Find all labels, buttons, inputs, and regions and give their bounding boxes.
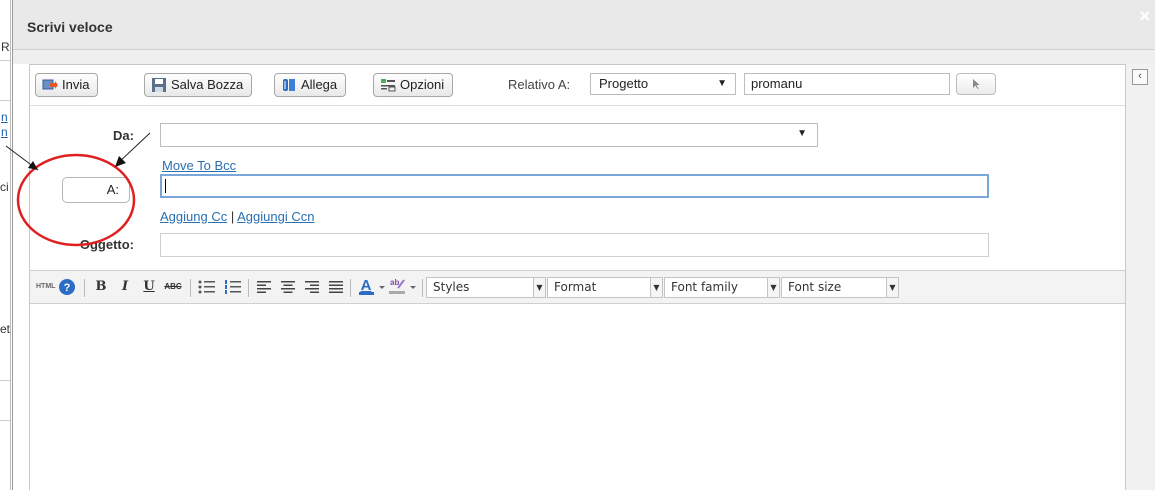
bold-button[interactable]: B (94, 278, 108, 296)
highlight-icon[interactable]: ab (388, 276, 418, 296)
svg-text:?: ? (64, 282, 71, 294)
font-size-dropdown-label: Font size (788, 280, 842, 294)
dialog-titlebar: Scrivi veloce × (13, 0, 1155, 50)
to-recipients-button[interactable]: A: (62, 177, 130, 203)
background-link-fragment: n (1, 110, 8, 124)
compose-panel: Invia Salva Bozza Allega Opzioni Relativ… (29, 64, 1126, 491)
help-icon[interactable]: ? (58, 278, 76, 296)
pointer-icon (973, 79, 980, 89)
svg-text:ab: ab (390, 278, 399, 287)
select-record-button[interactable] (956, 73, 996, 95)
send-icon (42, 79, 58, 90)
styles-dropdown[interactable]: Styles ▼ (426, 277, 546, 298)
background-divider (0, 420, 10, 421)
justify-icon[interactable] (328, 279, 344, 295)
background-text-fragment: ci (0, 180, 9, 194)
styles-dropdown-label: Styles (433, 280, 470, 294)
align-left-icon[interactable] (256, 279, 272, 295)
save-draft-button[interactable]: Salva Bozza (144, 73, 253, 97)
side-panel: ‹ (1125, 64, 1155, 490)
move-to-bcc-link[interactable]: Move To Bcc (162, 158, 236, 173)
chevron-down-icon: ▼ (717, 78, 727, 89)
dialog-spacer (13, 50, 1155, 64)
collapse-icon[interactable]: ‹ (1132, 69, 1148, 85)
cc-links: Aggiung Cc | Aggiungi Ccn (160, 209, 314, 224)
background-page-strip: R n n ci et (0, 0, 11, 490)
add-cc-link[interactable]: Aggiung Cc (160, 209, 227, 224)
from-select[interactable]: ▼ (160, 123, 818, 147)
underline-button[interactable]: U (142, 278, 156, 296)
send-button-label: Invia (62, 77, 90, 92)
close-icon[interactable]: × (1139, 6, 1150, 27)
quick-compose-dialog: Scrivi veloce × Invia Salva Bozza Allega… (12, 0, 1155, 491)
italic-button[interactable]: I (118, 278, 132, 296)
chevron-down-icon: ▼ (797, 128, 807, 139)
options-button[interactable]: Opzioni (373, 73, 454, 97)
options-button-label: Opzioni (400, 77, 445, 92)
background-divider (0, 60, 10, 61)
save-icon (152, 78, 166, 92)
text-caret (165, 179, 166, 193)
background-divider (0, 380, 10, 381)
bullet-list-icon[interactable] (198, 279, 216, 295)
background-text-fragment: R (1, 40, 10, 54)
attach-button[interactable]: Allega (274, 73, 347, 97)
font-family-dropdown[interactable]: Font family ▼ (664, 277, 780, 298)
format-dropdown[interactable]: Format ▼ (547, 277, 663, 298)
chevron-down-icon: ▼ (650, 278, 662, 297)
font-size-dropdown[interactable]: Font size ▼ (781, 277, 899, 298)
to-input[interactable] (160, 174, 989, 198)
compose-toolbar: Invia Salva Bozza Allega Opzioni Relativ… (30, 65, 1125, 106)
options-icon (381, 79, 396, 92)
background-text-fragment: et (0, 322, 11, 336)
strikethrough-button[interactable]: ABC (163, 278, 183, 296)
font-color-icon[interactable]: A (358, 277, 386, 297)
toolbar-separator (190, 279, 191, 297)
dialog-title: Scrivi veloce (27, 19, 113, 35)
message-body-editor[interactable] (30, 304, 1125, 491)
subject-input[interactable] (160, 233, 989, 257)
svg-text:A: A (361, 277, 372, 294)
numbered-list-icon[interactable] (224, 279, 242, 295)
align-right-icon[interactable] (304, 279, 320, 295)
editor-toolbar: HTML ? B I U ABC A ab Styles ▼ Format ▼ … (30, 270, 1125, 304)
related-type-select[interactable]: Progetto ▼ (590, 73, 736, 95)
from-label: Da: (113, 128, 134, 143)
toolbar-separator (248, 279, 249, 297)
add-bcc-link[interactable]: Aggiungi Ccn (237, 209, 314, 224)
link-separator: | (230, 209, 235, 224)
toolbar-separator (84, 279, 85, 297)
toolbar-separator (422, 279, 423, 297)
background-link-fragment: n (1, 125, 8, 139)
chevron-down-icon: ▼ (886, 278, 898, 297)
background-divider (0, 100, 10, 101)
chevron-down-icon: ▼ (533, 278, 545, 297)
subject-label: Oggetto: (79, 237, 134, 252)
font-family-dropdown-label: Font family (671, 280, 738, 294)
attach-button-label: Allega (301, 77, 338, 92)
html-source-button[interactable]: HTML (36, 278, 55, 296)
save-draft-button-label: Salva Bozza (171, 77, 244, 92)
toolbar-separator (350, 279, 351, 297)
related-to-label: Relativo A: (508, 77, 571, 92)
send-button[interactable]: Invia (35, 73, 99, 97)
format-dropdown-label: Format (554, 280, 597, 294)
related-to-input[interactable]: promanu (744, 73, 950, 95)
align-center-icon[interactable] (280, 279, 296, 295)
related-type-value: Progetto (599, 76, 649, 91)
chevron-down-icon: ▼ (767, 278, 779, 297)
attach-icon (283, 79, 295, 91)
